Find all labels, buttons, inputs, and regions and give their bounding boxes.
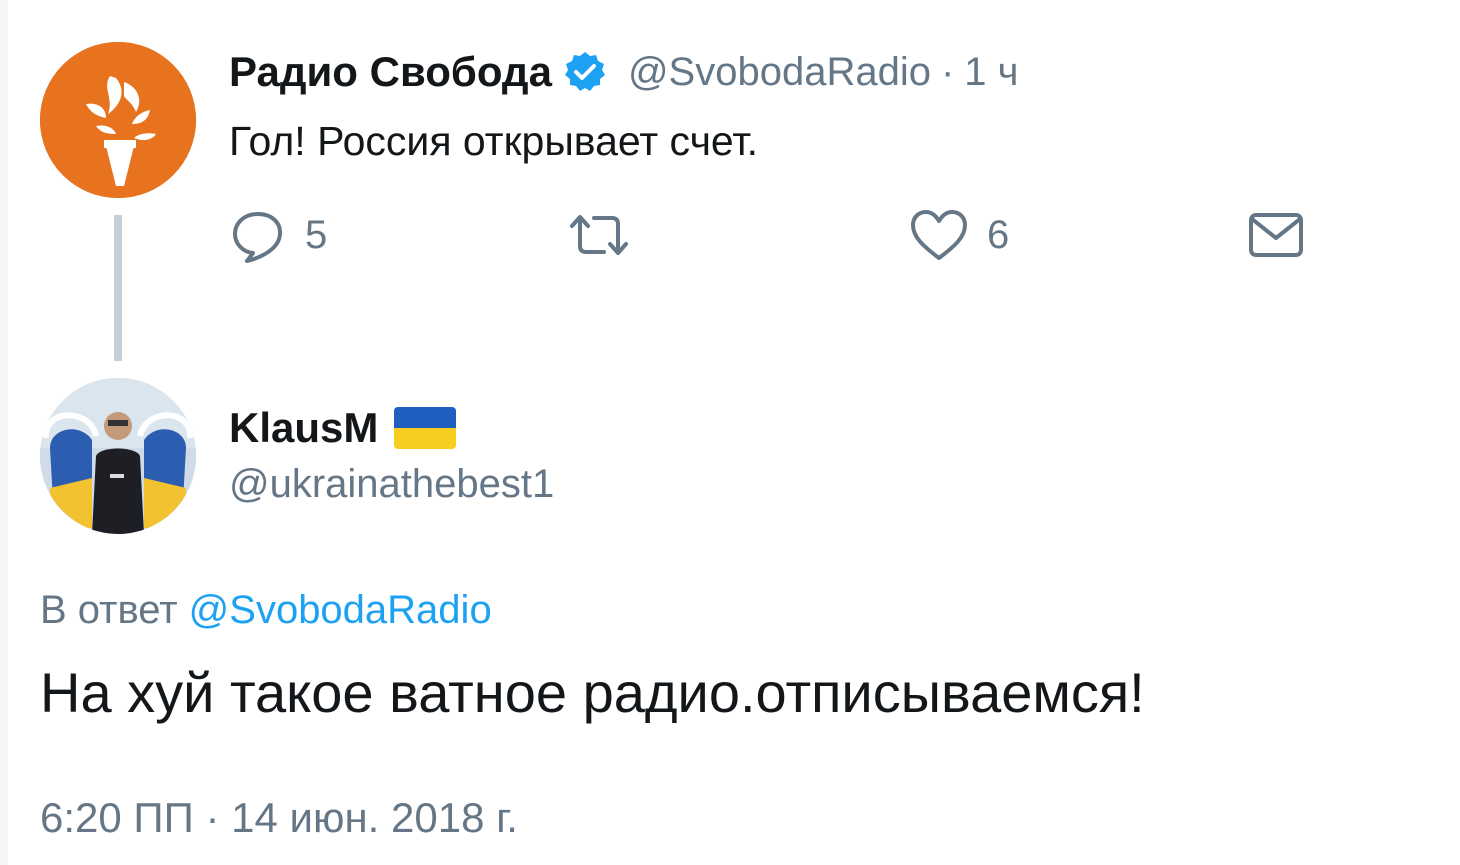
author-handle[interactable]: @SvobodaRadio <box>628 50 931 95</box>
torch-logo-icon <box>40 42 196 198</box>
replying-to-line: В ответ @SvobodaRadio <box>40 588 492 633</box>
author-display-name[interactable]: Радио Свобода <box>229 48 552 96</box>
ukraine-flag-icon <box>394 407 457 449</box>
reply-author-display-name[interactable]: KlausM <box>229 404 378 452</box>
avatar-klausm[interactable] <box>40 378 196 534</box>
tweet-time-ago[interactable]: 1 ч <box>964 50 1018 95</box>
reply-button[interactable]: 5 <box>229 205 327 265</box>
heart-icon <box>911 210 967 260</box>
retweet-button[interactable] <box>564 205 634 265</box>
reply-author-line: KlausM <box>229 400 457 456</box>
reply-author-handle[interactable]: @ukrainathebest1 <box>229 462 554 507</box>
original-tweet[interactable]: Радио Свобода @SvobodaRadio · 1 ч Гол! Р… <box>0 0 1460 370</box>
replying-to-prefix: В ответ <box>40 588 178 632</box>
direct-message-button[interactable] <box>1247 205 1305 265</box>
like-count: 6 <box>987 212 1010 257</box>
tweet-thread-view: Радио Свобода @SvobodaRadio · 1 ч Гол! Р… <box>0 0 1460 865</box>
tweet-header: Радио Свобода @SvobodaRadio · 1 ч <box>229 44 1019 100</box>
thread-connector-line <box>114 215 122 361</box>
reply-icon <box>233 212 283 263</box>
reply-count: 5 <box>305 212 328 257</box>
replying-to-mention-link[interactable]: @SvobodaRadio <box>189 588 492 632</box>
reply-timestamp[interactable]: 6:20 ПП · 14 июн. 2018 г. <box>40 794 518 842</box>
reply-tweet-text: На хуй такое ватное радио.отписываемся! <box>40 661 1145 724</box>
tweet-actions: 5 6 <box>229 205 1309 265</box>
verified-badge-icon <box>564 51 606 93</box>
separator-dot: · <box>940 49 955 94</box>
envelope-icon <box>1249 213 1303 257</box>
user-photo-avatar <box>40 378 196 534</box>
retweet-icon <box>570 215 628 255</box>
like-button[interactable]: 6 <box>909 205 1009 265</box>
tweet-text: Гол! Россия открывает счет. <box>229 118 758 164</box>
avatar-rferl-logo[interactable] <box>40 42 196 198</box>
